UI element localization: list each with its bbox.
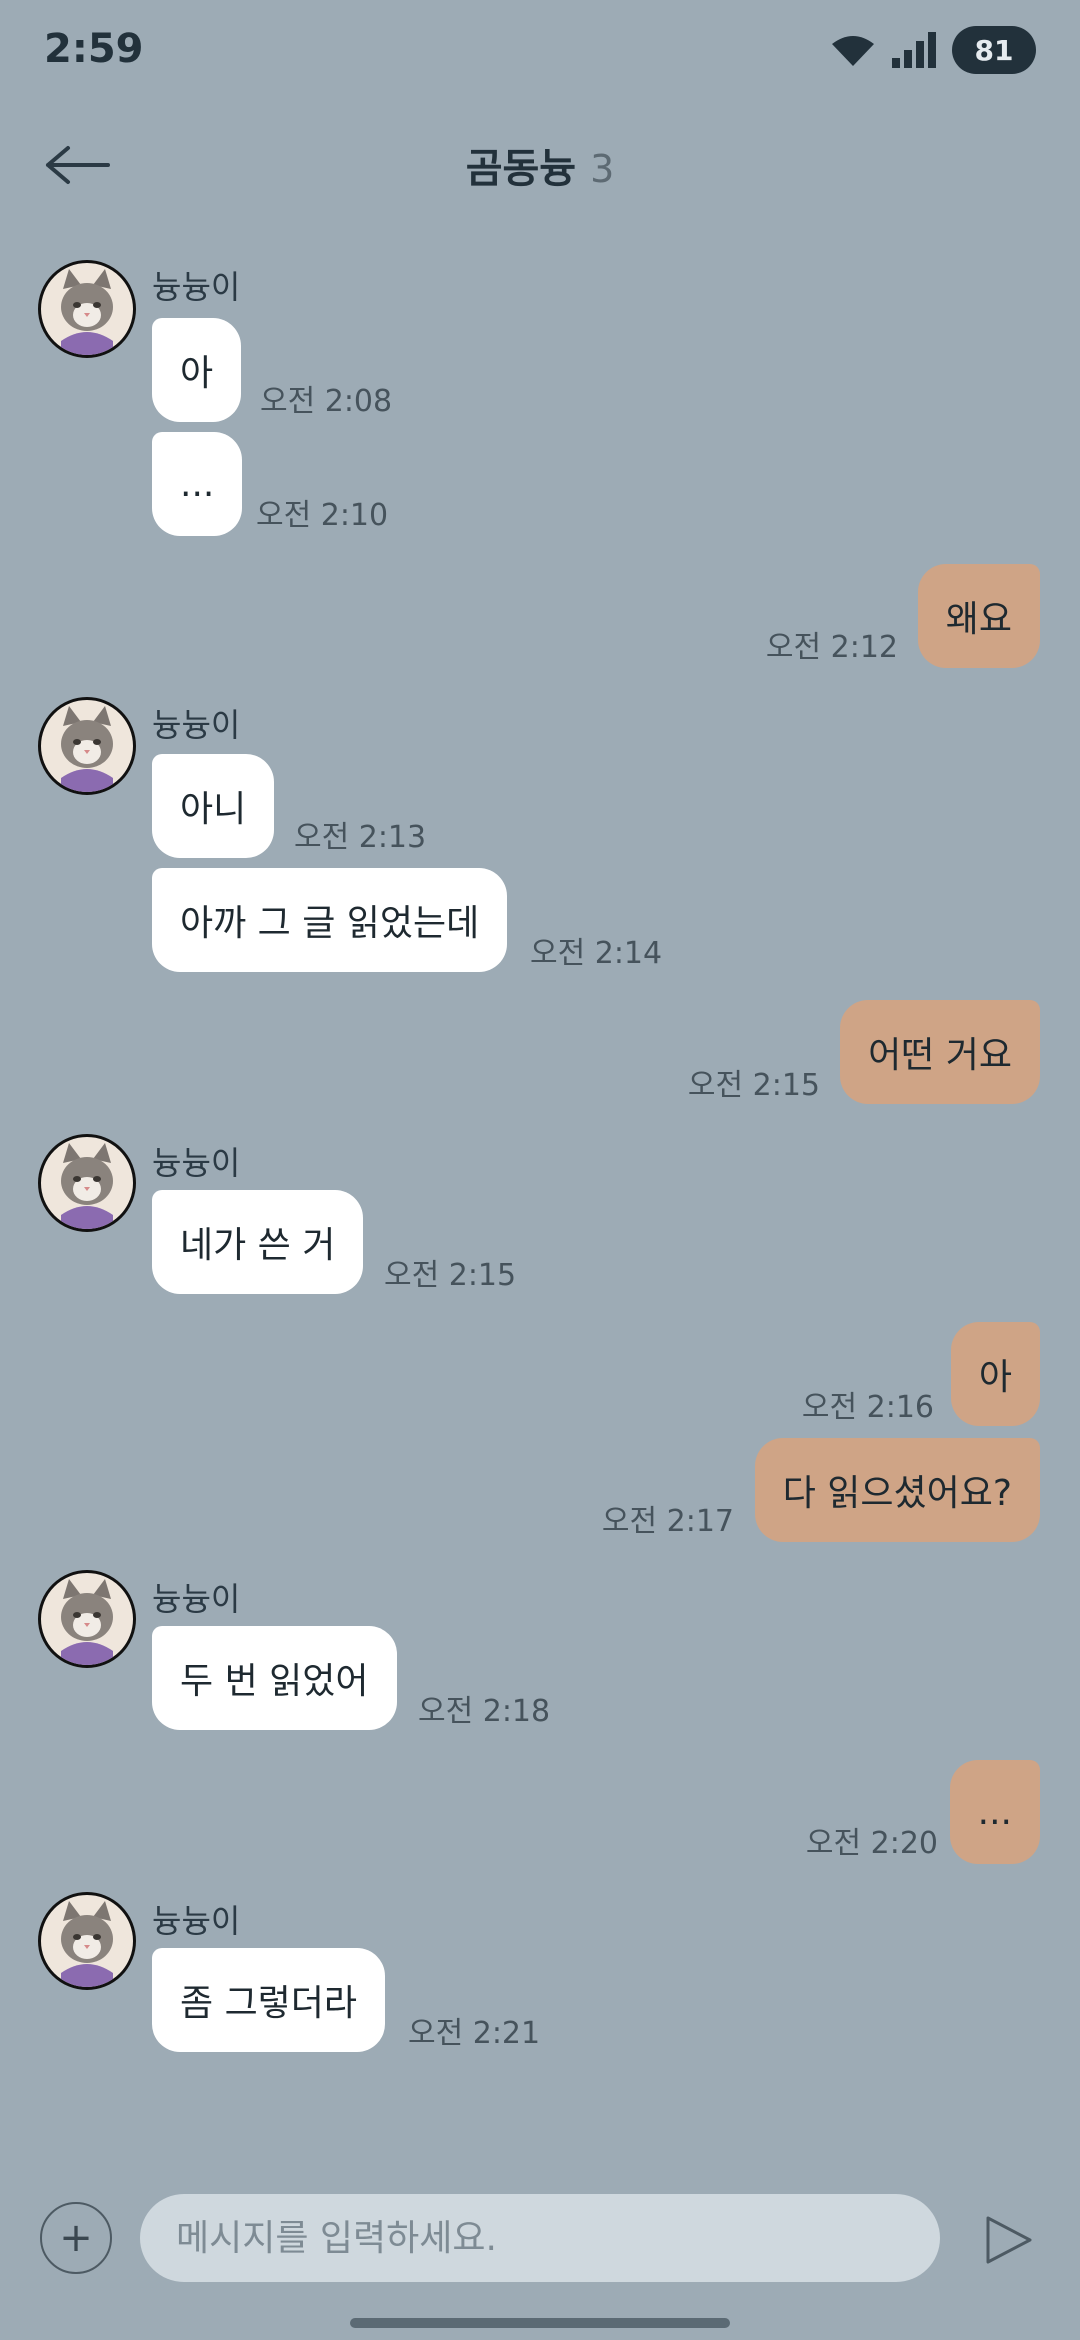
cat-avatar-icon <box>61 1143 113 1229</box>
message-time: 오전 2:15 <box>384 1258 517 1293</box>
cat-avatar-icon <box>61 1579 113 1665</box>
outgoing-message-bubble[interactable]: 어떤 거요 <box>840 1000 1040 1104</box>
status-bar: 2:59 81 <box>0 0 1080 100</box>
message-time: 오전 2:10 <box>256 498 389 533</box>
incoming-message-bubble[interactable]: 아니 <box>152 754 275 858</box>
avatar[interactable] <box>38 1570 136 1668</box>
message-time: 오전 2:20 <box>805 1826 938 1861</box>
avatar[interactable] <box>38 260 136 358</box>
message-time: 오전 2:17 <box>601 1504 734 1539</box>
incoming-message-bubble[interactable]: 아까 그 글 읽었는데 <box>152 868 508 972</box>
message-composer: + <box>0 2180 1080 2300</box>
cat-avatar-icon <box>61 1901 113 1987</box>
message-time: 오전 2:14 <box>530 936 663 971</box>
sender-name: 늉늉이 <box>152 1580 241 1618</box>
outgoing-message-bubble[interactable]: ... <box>949 1760 1040 1864</box>
message-time: 오전 2:12 <box>765 630 898 665</box>
avatar[interactable] <box>38 1134 136 1232</box>
sender-name: 늉늉이 <box>152 268 241 306</box>
chat-title-group: 곰동늉 3 <box>0 136 1080 194</box>
message-time: 오전 2:08 <box>260 384 393 419</box>
message-time: 오전 2:16 <box>801 1390 934 1425</box>
message-time: 오전 2:13 <box>294 820 427 855</box>
wifi-icon <box>832 36 874 66</box>
message-input[interactable] <box>140 2194 940 2282</box>
incoming-message-bubble[interactable]: 네가 쓴 거 <box>152 1190 364 1294</box>
status-time: 2:59 <box>44 26 144 72</box>
sender-name: 늉늉이 <box>152 1144 241 1182</box>
incoming-message-bubble[interactable]: ... <box>152 432 243 536</box>
cat-avatar-icon <box>61 269 113 355</box>
cat-avatar-icon <box>61 706 113 792</box>
sender-name: 늉늉이 <box>152 706 241 744</box>
attach-plus-button[interactable]: + <box>40 2202 112 2274</box>
signal-icon <box>892 32 936 68</box>
incoming-message-bubble[interactable]: 두 번 읽었어 <box>152 1626 397 1730</box>
avatar[interactable] <box>38 1892 136 1990</box>
avatar[interactable] <box>38 697 136 795</box>
member-count: 3 <box>590 147 615 191</box>
outgoing-message-bubble[interactable]: 왜요 <box>917 564 1040 668</box>
message-time: 오전 2:18 <box>418 1694 551 1729</box>
outgoing-message-bubble[interactable]: 다 읽으셨어요? <box>754 1438 1040 1542</box>
home-indicator[interactable] <box>350 2318 730 2328</box>
outgoing-message-bubble[interactable]: 아 <box>950 1322 1040 1426</box>
incoming-message-bubble[interactable]: 아 <box>152 318 242 422</box>
incoming-message-bubble[interactable]: 좀 그렇더라 <box>152 1948 386 2052</box>
send-icon[interactable] <box>978 2210 1038 2270</box>
battery-indicator: 81 <box>952 26 1036 74</box>
chat-header: 곰동늉 3 <box>0 110 1080 220</box>
message-time: 오전 2:21 <box>408 2016 541 2051</box>
sender-name: 늉늉이 <box>152 1902 241 1940</box>
message-time: 오전 2:15 <box>687 1068 820 1103</box>
chat-title: 곰동늉 <box>465 146 577 192</box>
